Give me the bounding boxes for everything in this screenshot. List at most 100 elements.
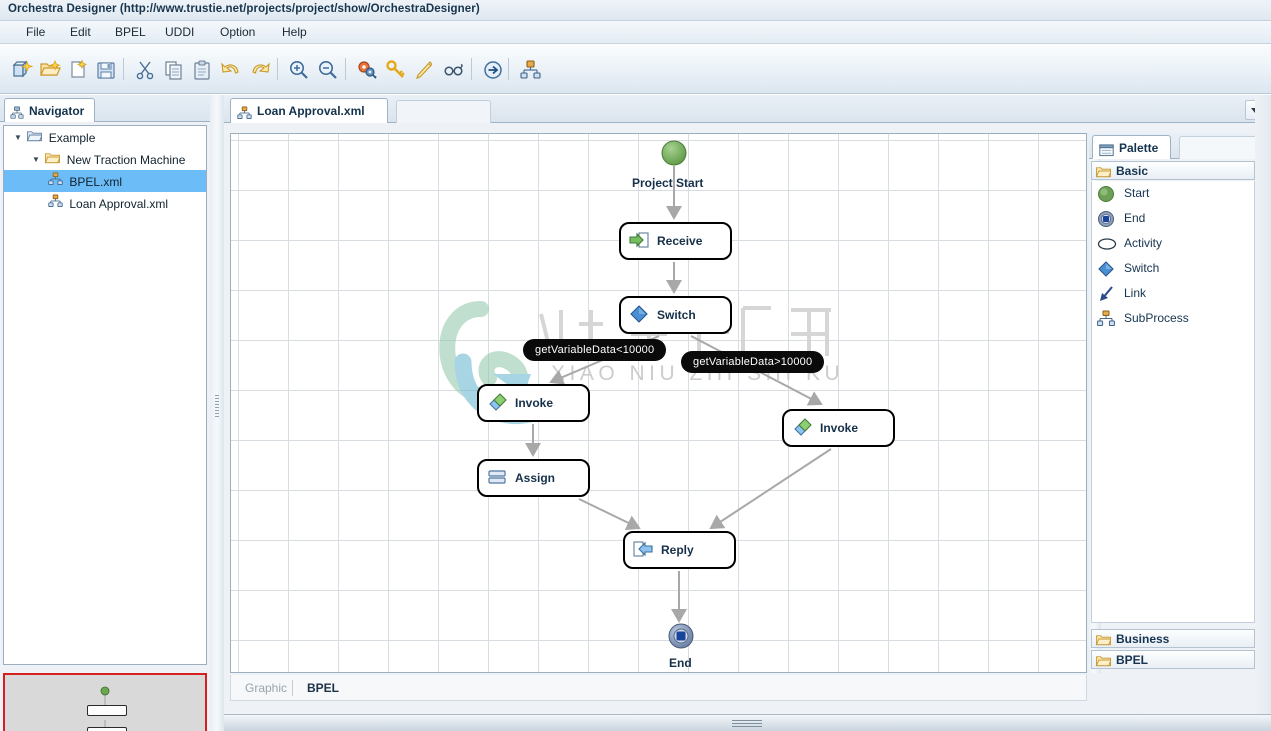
invoke-icon bbox=[792, 418, 818, 439]
switch-diamond-icon bbox=[629, 304, 655, 327]
node-assign[interactable]: Assign bbox=[477, 459, 590, 497]
subprocess-icon bbox=[48, 171, 66, 193]
toolbar-separator-3 bbox=[345, 58, 346, 80]
diagram-connectors bbox=[231, 134, 1087, 673]
receive-arrow-icon bbox=[629, 231, 655, 252]
splitter-grip bbox=[215, 395, 219, 425]
expand-twisty-icon[interactable]: ▼ bbox=[30, 149, 42, 171]
minimap-node bbox=[87, 705, 127, 716]
redo-icon bbox=[249, 59, 271, 81]
tab-label: Loan Approval.xml bbox=[257, 104, 365, 118]
menu-item-uddi[interactable]: UDDI bbox=[153, 21, 206, 44]
node-end[interactable] bbox=[668, 623, 694, 649]
tab-navigator-label: Navigator bbox=[29, 104, 84, 118]
palette-section-label: Business bbox=[1116, 632, 1169, 646]
copy-button[interactable] bbox=[159, 54, 189, 84]
palette-section-bpel[interactable]: BPEL bbox=[1091, 650, 1255, 669]
new-file-icon bbox=[67, 59, 89, 81]
cut-icon bbox=[134, 59, 156, 81]
switch-diamond-icon bbox=[1097, 260, 1117, 278]
condition-label-greater-than[interactable]: getVariableData>10000 bbox=[681, 351, 824, 373]
palette-item-switch[interactable]: Switch bbox=[1092, 256, 1254, 281]
palette-tab-row: Palette bbox=[1089, 133, 1267, 159]
new-file-button[interactable] bbox=[63, 54, 93, 84]
invoke-icon bbox=[487, 393, 513, 414]
node-label: Assign bbox=[515, 471, 555, 485]
editor-tab-row: Loan Approval.xml bbox=[224, 95, 1271, 123]
subprocess-button[interactable] bbox=[515, 54, 545, 84]
zoom-in-button[interactable] bbox=[284, 54, 314, 84]
condition-label-less-than[interactable]: getVariableData<10000 bbox=[523, 339, 666, 361]
settings-button[interactable] bbox=[352, 54, 382, 84]
palette-item-subprocess[interactable]: SubProcess bbox=[1092, 306, 1254, 331]
subprocess-icon bbox=[1097, 310, 1117, 328]
project-start-label: Project Start bbox=[632, 176, 703, 190]
tab-palette-label: Palette bbox=[1119, 141, 1158, 155]
node-invoke-left[interactable]: Invoke bbox=[477, 384, 590, 422]
node-project-start[interactable] bbox=[661, 140, 687, 166]
editor-area: Loan Approval.xml bbox=[224, 95, 1271, 731]
palette-tab-placeholder bbox=[1179, 136, 1263, 159]
tab-loan-approval-xml[interactable]: Loan Approval.xml bbox=[230, 98, 388, 123]
palette-item-activity[interactable]: Activity bbox=[1092, 231, 1254, 256]
tree-item-new-traction-machine[interactable]: ▼ New Traction Machine bbox=[4, 148, 206, 170]
tree-item-loan-approval-xml[interactable]: Loan Approval.xml bbox=[4, 192, 206, 214]
tab-navigator[interactable]: Navigator bbox=[4, 98, 95, 122]
new-project-button[interactable] bbox=[7, 54, 37, 84]
node-reply[interactable]: Reply bbox=[623, 531, 736, 569]
expand-twisty-icon[interactable]: ▼ bbox=[12, 127, 24, 149]
subprocess-icon bbox=[519, 59, 541, 81]
menu-item-help[interactable]: Help bbox=[270, 21, 319, 44]
palette-section-label: BPEL bbox=[1116, 653, 1148, 667]
palette-item-label: End bbox=[1124, 211, 1145, 225]
cut-button[interactable] bbox=[130, 54, 160, 84]
key-button[interactable] bbox=[381, 54, 411, 84]
tab-graphic[interactable]: Graphic bbox=[235, 679, 297, 697]
tab-palette[interactable]: Palette bbox=[1092, 135, 1171, 159]
new-project-icon bbox=[11, 59, 33, 81]
tree-item-bpel-xml[interactable]: BPEL.xml bbox=[4, 170, 206, 192]
menu-item-edit[interactable]: Edit bbox=[58, 21, 103, 44]
node-receive[interactable]: Receive bbox=[619, 222, 732, 260]
palette-item-label: SubProcess bbox=[1124, 311, 1189, 325]
open-folder-button[interactable] bbox=[35, 54, 65, 84]
tab-bpel[interactable]: BPEL bbox=[297, 679, 349, 697]
tree-item-label: Example bbox=[49, 131, 96, 145]
navigator-tree[interactable]: ▼ Example ▼ New Traction Mach bbox=[3, 125, 207, 665]
palette-panel: Palette Basic bbox=[1089, 133, 1267, 731]
menu-item-file[interactable]: File bbox=[14, 21, 57, 44]
left-splitter[interactable] bbox=[210, 95, 224, 731]
palette-section-basic[interactable]: Basic bbox=[1091, 161, 1255, 180]
toolbar bbox=[0, 44, 1271, 94]
pencil-button[interactable] bbox=[410, 54, 440, 84]
undo-button[interactable] bbox=[216, 54, 246, 84]
tree-item-label: BPEL.xml bbox=[69, 175, 122, 189]
preview-glasses-button[interactable] bbox=[439, 54, 469, 84]
menu-item-bpel[interactable]: BPEL bbox=[103, 21, 158, 44]
bottom-splitter[interactable] bbox=[224, 714, 1271, 731]
view-tab-separator bbox=[292, 680, 293, 696]
palette-section-business[interactable]: Business bbox=[1091, 629, 1255, 648]
pencil-icon bbox=[414, 59, 436, 81]
diagram-canvas[interactable]: XIAO NIU ZHI SHI KU bbox=[230, 133, 1087, 673]
paste-icon bbox=[191, 59, 213, 81]
assign-icon bbox=[487, 469, 513, 488]
paste-button[interactable] bbox=[187, 54, 217, 84]
window-title: Orchestra Designer (http://www.trustie.n… bbox=[8, 3, 480, 15]
redo-button[interactable] bbox=[245, 54, 275, 84]
zoom-out-button[interactable] bbox=[313, 54, 343, 84]
node-invoke-right[interactable]: Invoke bbox=[782, 409, 895, 447]
glasses-icon bbox=[443, 59, 465, 81]
minimap-connectors bbox=[5, 675, 205, 731]
end-circle-icon bbox=[668, 623, 694, 649]
node-switch[interactable]: Switch bbox=[619, 296, 732, 334]
menu-item-option[interactable]: Option bbox=[208, 21, 267, 44]
outline-minimap[interactable] bbox=[3, 673, 207, 731]
arrow-right-circle-icon bbox=[482, 59, 504, 81]
palette-item-end[interactable]: End bbox=[1092, 206, 1254, 231]
tree-item-example[interactable]: ▼ Example bbox=[4, 126, 206, 148]
palette-item-link[interactable]: Link bbox=[1092, 281, 1254, 306]
palette-item-start[interactable]: Start bbox=[1092, 181, 1254, 206]
save-button[interactable] bbox=[91, 54, 121, 84]
deploy-button[interactable] bbox=[478, 54, 508, 84]
